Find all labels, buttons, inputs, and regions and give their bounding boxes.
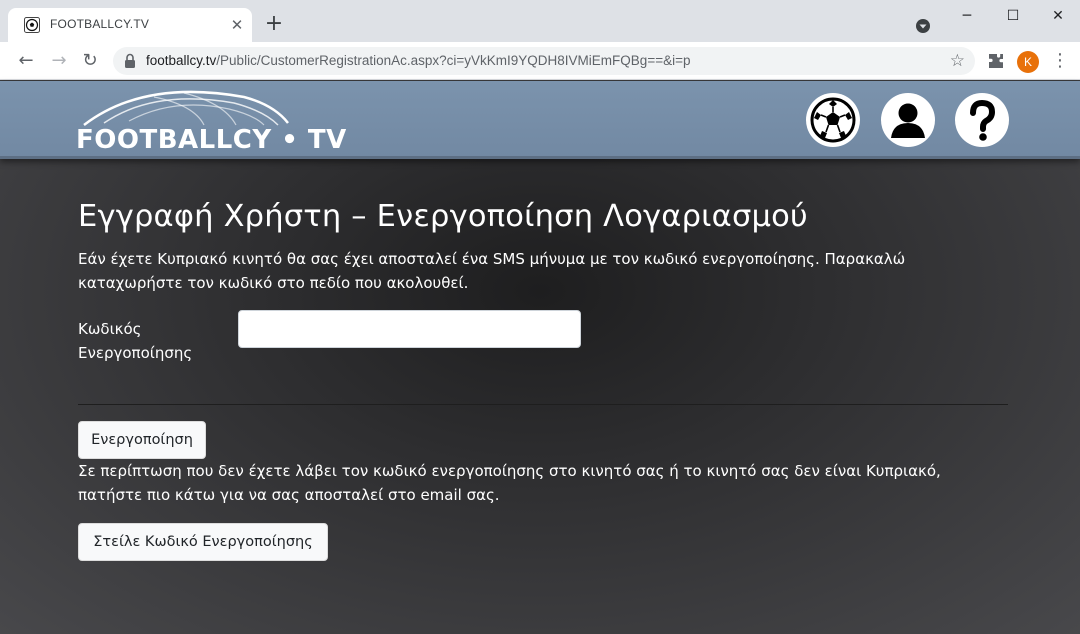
logo-text: FOOTBALLCY • TV (76, 125, 347, 155)
help-icon[interactable] (955, 93, 1009, 147)
tab-title: FOOTBALLCY.TV (50, 17, 150, 31)
intro-text: Εάν έχετε Κυπριακό κινητό θα σας έχει απ… (78, 250, 906, 292)
extensions-puzzle-icon[interactable] (985, 50, 1007, 72)
football-icon[interactable] (806, 93, 860, 147)
lock-icon[interactable] (123, 53, 137, 69)
divider (78, 404, 1008, 405)
profile-avatar[interactable]: K (1017, 51, 1039, 73)
site-header: FOOTBALLCY • TV (0, 81, 1080, 159)
minimize-button[interactable]: ─ (944, 6, 990, 26)
site-logo[interactable]: FOOTBALLCY • TV (74, 85, 346, 155)
browser-toolbar: ← → ↻ footballcy.tv/Public/CustomerRegis… (0, 42, 1080, 80)
url-path: /Public/CustomerRegistrationAc.aspx?ci=y… (216, 53, 691, 68)
user-glyph (891, 103, 925, 138)
url-text[interactable]: footballcy.tv/Public/CustomerRegistratio… (146, 53, 690, 68)
activation-code-label: Κωδικός Ενεργοποίησης (78, 320, 193, 362)
football-glyph (810, 97, 856, 143)
reload-button[interactable]: ↻ (78, 49, 102, 73)
help-glyph (970, 99, 996, 141)
tab-close-icon[interactable]: ✕ (228, 16, 246, 34)
window-close-button[interactable]: ✕ (1035, 6, 1080, 26)
logo-ball-arc-icon (83, 90, 289, 126)
browser-tab[interactable]: FOOTBALLCY.TV ✕ (8, 8, 252, 42)
email-fallback-note: Σε περίπτωση που δεν έχετε λάβει τον κωδ… (78, 462, 941, 504)
tab-search-icon[interactable] (914, 17, 932, 35)
activate-button[interactable]: Ενεργοποίηση (78, 421, 206, 459)
back-button[interactable]: ← (14, 49, 38, 73)
maximize-button[interactable]: ☐ (990, 6, 1036, 26)
forward-button[interactable]: → (47, 49, 71, 73)
bookmark-star-icon[interactable]: ☆ (950, 50, 965, 72)
page-title: Εγγραφή Χρήστη – Ενεργοποίηση Λογαριασμο… (78, 199, 808, 234)
url-host: footballcy.tv (146, 53, 217, 68)
browser-menu-icon[interactable]: ⋮ (1050, 50, 1070, 72)
new-tab-button[interactable]: + (262, 13, 286, 37)
web-page: FOOTBALLCY • TV Εγγραφή Χρήστη – Ενεργοπ… (0, 81, 1080, 634)
address-bar[interactable]: footballcy.tv/Public/CustomerRegistratio… (113, 47, 975, 75)
user-icon[interactable] (881, 93, 935, 147)
send-code-button[interactable]: Στείλε Κωδικό Ενεργοποίησης (78, 523, 328, 561)
football-favicon-icon (24, 17, 40, 33)
browser-tabstrip: FOOTBALLCY.TV ✕ + ─ ☐ ✕ (0, 0, 1080, 42)
activation-code-input[interactable] (238, 310, 581, 348)
